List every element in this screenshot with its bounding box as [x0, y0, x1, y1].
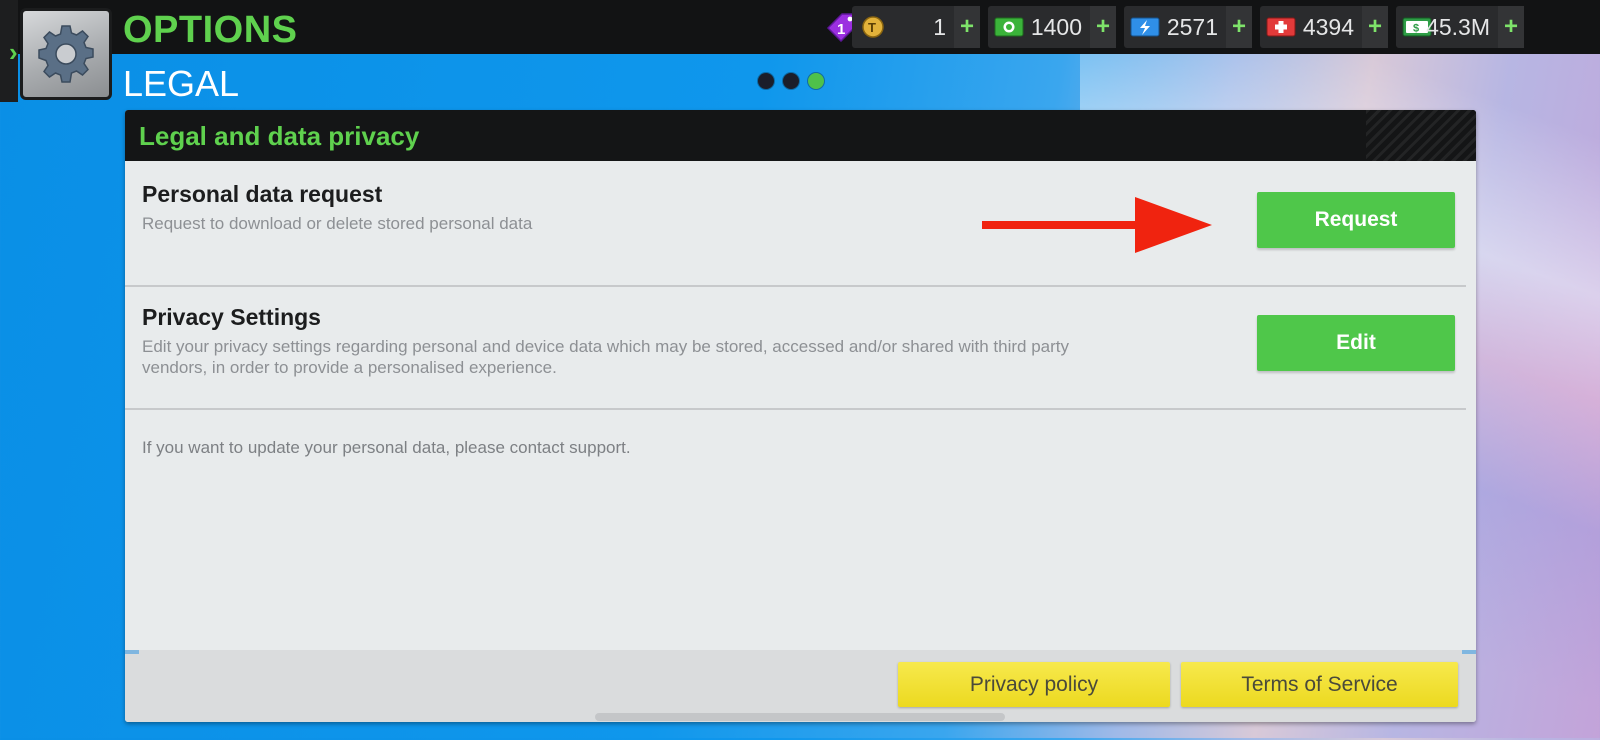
back-tab[interactable]: ›: [0, 0, 18, 102]
privacy-policy-button[interactable]: Privacy policy: [898, 662, 1170, 707]
red-arrow-annotation: [982, 197, 1212, 253]
page-dot-1[interactable]: [758, 73, 774, 89]
chevron-right-icon: ›: [9, 37, 18, 67]
health-icon: [1266, 17, 1296, 37]
divider: [125, 285, 1466, 287]
page-dot-3-active[interactable]: [808, 73, 824, 89]
svg-text:$: $: [1413, 23, 1419, 35]
cash-value: 1400: [1030, 14, 1082, 40]
add-energy-button[interactable]: +: [1226, 6, 1252, 48]
gear-icon: [38, 25, 94, 83]
offer-tag-count: 1: [837, 21, 845, 38]
panel-title: Legal and data privacy: [139, 121, 420, 151]
privacy-settings-description: Edit your privacy settings regarding per…: [142, 337, 1069, 377]
gold-value: 1: [933, 14, 946, 40]
currency-money: $ 45.3M +: [1396, 6, 1524, 48]
currency-energy: 2571 +: [1124, 6, 1252, 48]
footer-edge: [1462, 650, 1476, 654]
page-dot-2[interactable]: [783, 73, 799, 89]
divider: [125, 408, 1466, 410]
add-money-button[interactable]: +: [1498, 6, 1524, 48]
personal-data-title: Personal data request: [142, 181, 383, 207]
horizontal-scrollbar[interactable]: [595, 713, 1005, 721]
header-stripes: [1366, 110, 1476, 161]
privacy-settings-title: Privacy Settings: [142, 304, 321, 330]
terms-of-service-button[interactable]: Terms of Service: [1181, 662, 1458, 707]
currency-gold: T 1 +: [852, 6, 980, 48]
page-title: OPTIONS: [123, 9, 298, 51]
cash-icon: [994, 17, 1024, 37]
page-indicator: [758, 73, 824, 89]
add-gold-button[interactable]: +: [954, 6, 980, 48]
page-subtitle: LEGAL: [123, 63, 240, 104]
footer-edge: [125, 650, 139, 654]
options-gear-button[interactable]: [20, 8, 112, 100]
currency-health: 4394 +: [1260, 6, 1388, 48]
money-value: 45.3M: [1426, 14, 1490, 40]
add-cash-button[interactable]: +: [1090, 6, 1116, 48]
legal-panel: Legal and data privacy Personal data req…: [125, 110, 1476, 722]
health-value: 4394: [1302, 14, 1354, 40]
currency-cash: 1400 +: [988, 6, 1116, 48]
request-button[interactable]: Request: [1257, 192, 1455, 248]
gold-token-icon: T: [862, 16, 884, 38]
panel-header: Legal and data privacy: [125, 110, 1476, 161]
support-note: If you want to update your personal data…: [142, 438, 631, 457]
personal-data-description: Request to download or delete stored per…: [142, 214, 533, 233]
energy-icon: [1130, 17, 1160, 37]
add-health-button[interactable]: +: [1362, 6, 1388, 48]
svg-text:T: T: [868, 20, 876, 35]
energy-value: 2571: [1166, 14, 1218, 40]
edit-button[interactable]: Edit: [1257, 315, 1455, 371]
